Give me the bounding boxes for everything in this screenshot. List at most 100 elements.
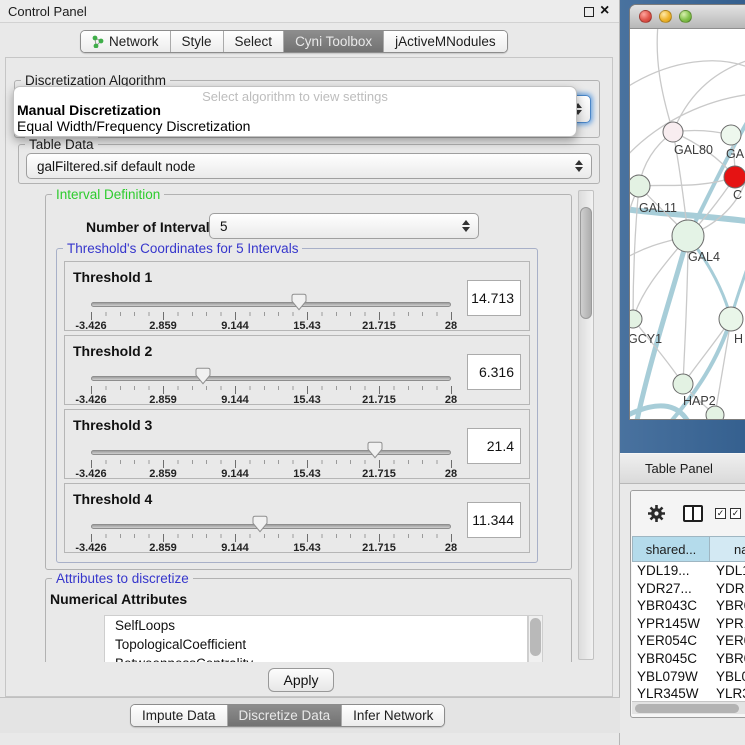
checkbox-icon[interactable]: ✓ [715, 508, 726, 519]
threshold-slider [91, 441, 451, 459]
num-intervals-label: Number of Intervals [86, 219, 217, 235]
threshold-slider-thumb[interactable] [368, 441, 383, 459]
table-cell[interactable]: YBR0 [710, 597, 745, 615]
table-panel: ✓ ✓ shared... na YDL19... YDL1 YDR27... … [630, 490, 745, 718]
zoom-traffic-light-icon[interactable] [679, 10, 692, 23]
attribute-list-item[interactable]: BetweennessCentrality [105, 654, 527, 662]
threshold-value-box[interactable]: 21.4 [467, 428, 521, 464]
scale-label: 28 [445, 542, 457, 554]
checkbox-icon[interactable]: ✓ [730, 508, 741, 519]
tab-network[interactable]: Network [81, 31, 171, 52]
attribute-list-item[interactable]: SelfLoops [105, 616, 527, 635]
threshold-value-box[interactable]: 14.713 [467, 280, 521, 316]
network-node-label: HAP2 [683, 394, 716, 408]
network-node[interactable] [706, 406, 724, 420]
slider-scale-labels: -3.4262.8599.14415.4321.71528 [91, 540, 451, 552]
table-horizontal-scrollbar[interactable] [632, 701, 745, 714]
table-cell[interactable]: YBR043C [632, 597, 710, 615]
table-cell[interactable]: YDR2 [710, 580, 745, 598]
apply-button[interactable]: Apply [268, 668, 334, 692]
network-node[interactable] [721, 125, 741, 145]
algorithm-option-manual[interactable]: Manual Discretization [17, 102, 161, 118]
threshold-list: Threshold 1 -3.4262.8599.14415.4321.7152… [64, 261, 530, 557]
table-data-select[interactable]: galFiltered.sif default node [26, 153, 592, 179]
tab-label: Impute Data [142, 708, 216, 723]
tab-cyni-toolbox[interactable]: Cyni Toolbox [284, 31, 384, 52]
table-row[interactable]: YPR145W YPR1 [632, 615, 745, 633]
network-node-label: GA [726, 147, 745, 161]
network-node[interactable] [724, 166, 745, 188]
network-node[interactable] [663, 122, 683, 142]
tab-select[interactable]: Select [224, 31, 285, 52]
threshold-slider-thumb[interactable] [253, 515, 268, 533]
table-cell[interactable]: YER054C [632, 632, 710, 650]
thresholds-group: Threshold's Coordinates for 5 Intervals … [56, 248, 538, 563]
network-node[interactable] [630, 310, 642, 328]
float-window-icon[interactable] [584, 7, 594, 17]
scale-label: -3.426 [75, 320, 106, 332]
tab-impute-data[interactable]: Impute Data [131, 705, 228, 726]
algorithm-option-equal-width[interactable]: Equal Width/Frequency Discretization [17, 118, 250, 134]
close-traffic-light-icon[interactable] [639, 10, 652, 23]
table-cell[interactable]: YER0 [710, 632, 745, 650]
group-title: Interval Definition [52, 188, 164, 202]
threshold-value-box[interactable]: 11.344 [467, 502, 521, 538]
network-canvas[interactable]: GAL80GACGAL11GAL4GCY1HHAP2 [630, 29, 745, 420]
group-title: Table Data [25, 137, 98, 152]
network-node[interactable] [672, 220, 704, 252]
attribute-list-item[interactable]: TopologicalCoefficient [105, 635, 527, 654]
network-node-label: H [734, 332, 743, 346]
table-cell[interactable]: YDR27... [632, 580, 710, 598]
group-title: Attributes to discretize [52, 571, 193, 586]
tab-discretize-data[interactable]: Discretize Data [228, 705, 343, 726]
table-cell[interactable]: YPR145W [632, 615, 710, 633]
table-row[interactable]: YLR345W YLR3 [632, 685, 745, 701]
table-cell[interactable]: YBL0 [710, 668, 745, 686]
table-row[interactable]: YBL079W YBL0 [632, 668, 745, 686]
network-node[interactable] [719, 307, 743, 331]
table-cell[interactable]: YDL1 [710, 562, 745, 580]
minimize-traffic-light-icon[interactable] [659, 10, 672, 23]
network-node[interactable] [673, 374, 693, 394]
table-cell[interactable]: YBR045C [632, 650, 710, 668]
threshold-slider-thumb[interactable] [291, 293, 306, 311]
table-cell[interactable]: YPR1 [710, 615, 745, 633]
table-row[interactable]: YDL19... YDL1 [632, 562, 745, 580]
network-window-titlebar[interactable] [630, 5, 745, 29]
threshold-slider-thumb[interactable] [195, 367, 210, 385]
column-header-name[interactable]: na [710, 536, 745, 562]
settings-vertical-scrollbar[interactable] [578, 190, 594, 660]
table-row[interactable]: YDR27... YDR2 [632, 580, 745, 598]
gear-icon[interactable] [647, 504, 666, 523]
control-panel: Control Panel × Network Style Select Cyn… [0, 0, 620, 745]
table-cell[interactable]: YBR0 [710, 650, 745, 668]
table-row[interactable]: YBR045C YBR0 [632, 650, 745, 668]
column-header-shared[interactable]: shared... [632, 536, 710, 562]
scrollbar-thumb[interactable] [635, 704, 739, 713]
scale-label: 2.859 [149, 320, 177, 332]
tab-style[interactable]: Style [171, 31, 224, 52]
table-cell[interactable]: YBL079W [632, 668, 710, 686]
show-columns-icon[interactable] [683, 505, 703, 522]
table-panel-title: Table Panel [645, 461, 713, 476]
attributes-list-scrollbar[interactable] [528, 615, 543, 662]
network-node[interactable] [630, 175, 650, 197]
stepper-icon [462, 220, 470, 232]
network-node-label: GCY1 [630, 332, 662, 346]
tab-label: jActiveMNodules [395, 34, 496, 49]
tab-label: Network [109, 34, 159, 49]
tab-infer-network[interactable]: Infer Network [342, 705, 444, 726]
table-cell[interactable]: YLR3 [710, 685, 745, 701]
close-icon[interactable]: × [600, 1, 609, 21]
scrollbar-thumb[interactable] [530, 618, 541, 656]
table-row[interactable]: YER054C YER0 [632, 632, 745, 650]
scrollbar-thumb[interactable] [580, 207, 592, 319]
scale-label: 15.43 [293, 542, 321, 554]
tab-jactivemnodules[interactable]: jActiveMNodules [384, 31, 507, 52]
num-intervals-select[interactable]: 5 [209, 213, 479, 239]
table-row[interactable]: YBR043C YBR0 [632, 597, 745, 615]
threshold-panel: Threshold 1 -3.4262.8599.14415.4321.7152… [64, 261, 530, 331]
threshold-value-box[interactable]: 6.316 [467, 354, 521, 390]
table-cell[interactable]: YLR345W [632, 685, 710, 701]
table-cell[interactable]: YDL19... [632, 562, 710, 580]
